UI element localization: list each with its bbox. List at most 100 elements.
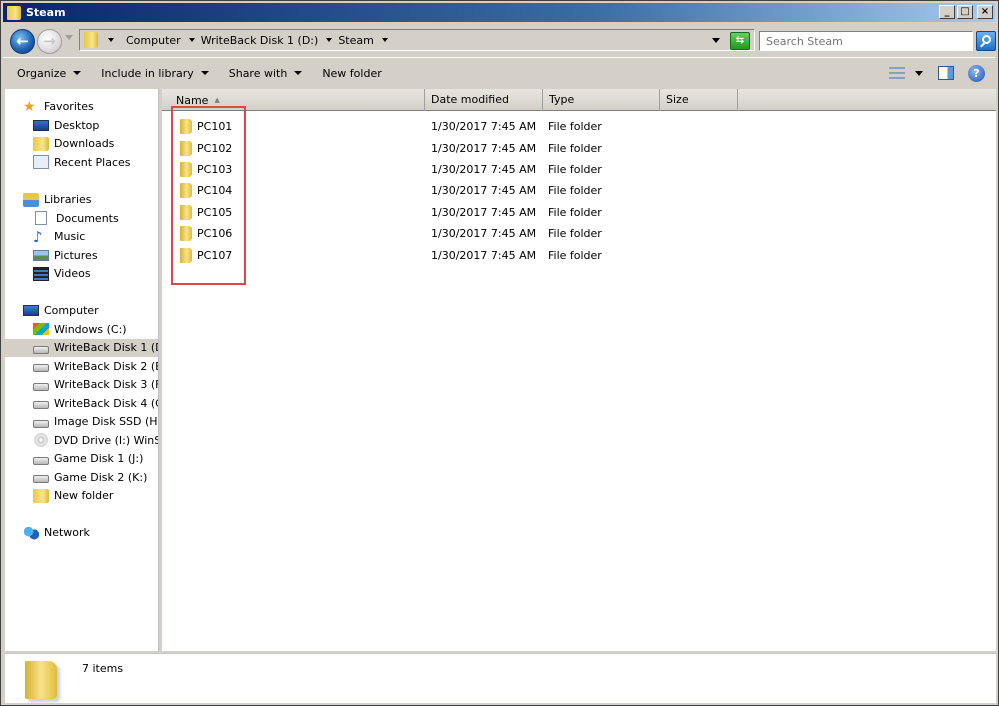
date-modified-cell: 1/30/2017 7:45 AM bbox=[431, 205, 537, 219]
sidebar-item-writeback-d[interactable]: WriteBack Disk 1 (D:) bbox=[5, 338, 158, 357]
search-input[interactable] bbox=[759, 31, 973, 51]
breadcrumb-drive[interactable]: WriteBack Disk 1 (D:) bbox=[201, 34, 339, 47]
column-header-name[interactable]: Name ▲ bbox=[162, 89, 425, 111]
sidebar-item-videos[interactable]: Videos bbox=[5, 265, 158, 284]
file-row[interactable]: PC103 1/30/2017 7:45 AM File folder bbox=[162, 159, 996, 180]
chevron-down-icon[interactable] bbox=[381, 38, 388, 42]
navigation-bar: ← → Computer WriteBack Disk 1 (D:) Steam… bbox=[3, 24, 996, 58]
forward-button[interactable]: → bbox=[37, 29, 62, 54]
preview-pane-icon[interactable] bbox=[938, 66, 954, 80]
sidebar-item-writeback-e[interactable]: WriteBack Disk 2 (E:) bbox=[5, 357, 158, 376]
sidebar-item-pictures[interactable]: Pictures bbox=[5, 246, 158, 265]
sidebar-item-windows-c[interactable]: Windows (C:) bbox=[5, 320, 158, 339]
sidebar-item-game-disk-j[interactable]: Game Disk 1 (J:) bbox=[5, 450, 158, 469]
sidebar-item-image-disk-h[interactable]: Image Disk SSD (H:) bbox=[5, 413, 158, 432]
file-name: PC103 bbox=[197, 162, 233, 176]
music-icon: ♪ bbox=[33, 227, 43, 246]
column-header-size[interactable]: Size bbox=[660, 89, 738, 111]
file-name-cell[interactable]: PC107 bbox=[180, 247, 232, 263]
sidebar-item-game-disk-k[interactable]: Game Disk 2 (K:) bbox=[5, 468, 158, 487]
navigation-pane: ★ Favorites Desktop Downloads Recent Plac… bbox=[5, 89, 159, 651]
search-button[interactable] bbox=[976, 31, 996, 51]
sidebar-favorites[interactable]: ★ Favorites bbox=[5, 97, 158, 116]
item-count: 7 items bbox=[82, 662, 124, 675]
sidebar-item-music[interactable]: ♪ Music bbox=[5, 227, 158, 247]
sidebar-item-writeback-g[interactable]: WriteBack Disk 4 (G:) bbox=[5, 394, 158, 413]
sidebar-item-new-folder[interactable]: New folder bbox=[5, 487, 158, 506]
help-icon[interactable]: ? bbox=[968, 64, 985, 82]
network-icon bbox=[23, 525, 39, 540]
chevron-down-icon[interactable] bbox=[326, 38, 333, 42]
breadcrumb-chevron-icon[interactable] bbox=[108, 38, 114, 42]
folder-icon bbox=[180, 204, 192, 220]
date-modified-cell: 1/30/2017 7:45 AM bbox=[431, 120, 537, 134]
type-cell: File folder bbox=[548, 120, 602, 134]
file-row[interactable]: PC101 1/30/2017 7:45 AM File folder bbox=[162, 116, 996, 137]
close-button[interactable]: × bbox=[977, 5, 993, 19]
address-bar[interactable]: Computer WriteBack Disk 1 (D:) Steam bbox=[79, 29, 755, 51]
file-name-cell[interactable]: PC104 bbox=[180, 183, 233, 199]
explorer-window: Steam _ □ × ← → Computer WriteBack Disk … bbox=[0, 0, 999, 706]
chevron-down-icon bbox=[294, 71, 303, 75]
file-row[interactable]: PC105 1/30/2017 7:45 AM File folder bbox=[162, 202, 996, 223]
sidebar-network[interactable]: Network bbox=[5, 523, 158, 542]
file-name-cell[interactable]: PC103 bbox=[180, 161, 233, 177]
organize-button[interactable]: Organize bbox=[17, 67, 82, 80]
file-name-cell[interactable]: PC105 bbox=[180, 204, 232, 220]
file-row[interactable]: PC107 1/30/2017 7:45 AM File folder bbox=[162, 244, 996, 265]
favorites-group: ★ Favorites Desktop Downloads Recent Plac… bbox=[5, 97, 158, 172]
sidebar-item-recent-places[interactable]: Recent Places bbox=[5, 153, 158, 172]
file-row[interactable]: PC102 1/30/2017 7:45 AM File folder bbox=[162, 137, 996, 158]
documents-icon bbox=[35, 211, 47, 226]
folder-icon bbox=[180, 226, 192, 242]
file-name: PC104 bbox=[197, 184, 233, 198]
change-view-icon[interactable] bbox=[889, 67, 905, 79]
libraries-group: Libraries Documents ♪ Music Pictures Vide… bbox=[5, 190, 158, 284]
file-list: Name ▲ Date modified Type Size PC101 1/30/… bbox=[162, 89, 996, 651]
breadcrumb-computer[interactable]: Computer bbox=[126, 34, 201, 47]
view-options-dropdown[interactable] bbox=[915, 70, 923, 76]
sidebar-libraries[interactable]: Libraries bbox=[5, 190, 158, 209]
sort-ascending-icon: ▲ bbox=[214, 96, 220, 104]
column-headers: Name ▲ Date modified Type Size bbox=[162, 89, 996, 111]
sidebar-item-documents[interactable]: Documents bbox=[5, 209, 158, 228]
type-cell: File folder bbox=[548, 227, 602, 241]
file-row[interactable]: PC104 1/30/2017 7:45 AM File folder bbox=[162, 180, 996, 201]
folder-icon bbox=[180, 247, 192, 263]
date-modified-cell: 1/30/2017 7:45 AM bbox=[431, 248, 537, 262]
column-header-date-modified[interactable]: Date modified bbox=[425, 89, 543, 111]
back-button[interactable]: ← bbox=[10, 29, 35, 54]
share-with-button[interactable]: Share with bbox=[229, 67, 303, 80]
date-modified-cell: 1/30/2017 7:45 AM bbox=[431, 141, 537, 155]
new-folder-button[interactable]: New folder bbox=[322, 67, 381, 80]
include-in-library-button[interactable]: Include in library bbox=[101, 67, 209, 80]
refresh-button[interactable]: ⇆ bbox=[730, 32, 750, 50]
file-name-cell[interactable]: PC106 bbox=[180, 226, 233, 242]
file-name-cell[interactable]: PC101 bbox=[180, 119, 233, 135]
breadcrumb-steam[interactable]: Steam bbox=[338, 34, 394, 47]
column-header-type[interactable]: Type bbox=[543, 89, 660, 111]
file-name-cell[interactable]: PC102 bbox=[180, 140, 232, 156]
sidebar-item-downloads[interactable]: Downloads bbox=[5, 135, 158, 154]
sidebar-item-dvd-drive-i[interactable]: DVD Drive (I:) WinSup bbox=[5, 431, 158, 450]
sidebar-item-desktop[interactable]: Desktop bbox=[5, 116, 158, 135]
chevron-down-icon bbox=[200, 71, 209, 75]
recent-pages-dropdown[interactable] bbox=[65, 35, 73, 40]
address-history-dropdown[interactable] bbox=[712, 38, 720, 43]
libraries-icon bbox=[23, 192, 39, 207]
file-name: PC106 bbox=[197, 227, 233, 241]
chevron-down-icon[interactable] bbox=[188, 38, 195, 42]
sidebar-computer[interactable]: Computer bbox=[5, 301, 158, 320]
sidebar-item-writeback-f[interactable]: WriteBack Disk 3 (F:) bbox=[5, 376, 158, 395]
network-group: Network bbox=[5, 523, 158, 542]
date-modified-cell: 1/30/2017 7:45 AM bbox=[431, 162, 537, 176]
folder-icon bbox=[180, 140, 192, 156]
drive-icon bbox=[33, 456, 49, 465]
recent-places-icon bbox=[33, 155, 49, 170]
drive-icon bbox=[33, 382, 49, 391]
minimize-button[interactable]: _ bbox=[939, 5, 955, 19]
maximize-button[interactable]: □ bbox=[957, 5, 973, 19]
folder-icon bbox=[25, 661, 57, 699]
file-name: PC101 bbox=[197, 120, 233, 134]
file-row[interactable]: PC106 1/30/2017 7:45 AM File folder bbox=[162, 223, 996, 244]
